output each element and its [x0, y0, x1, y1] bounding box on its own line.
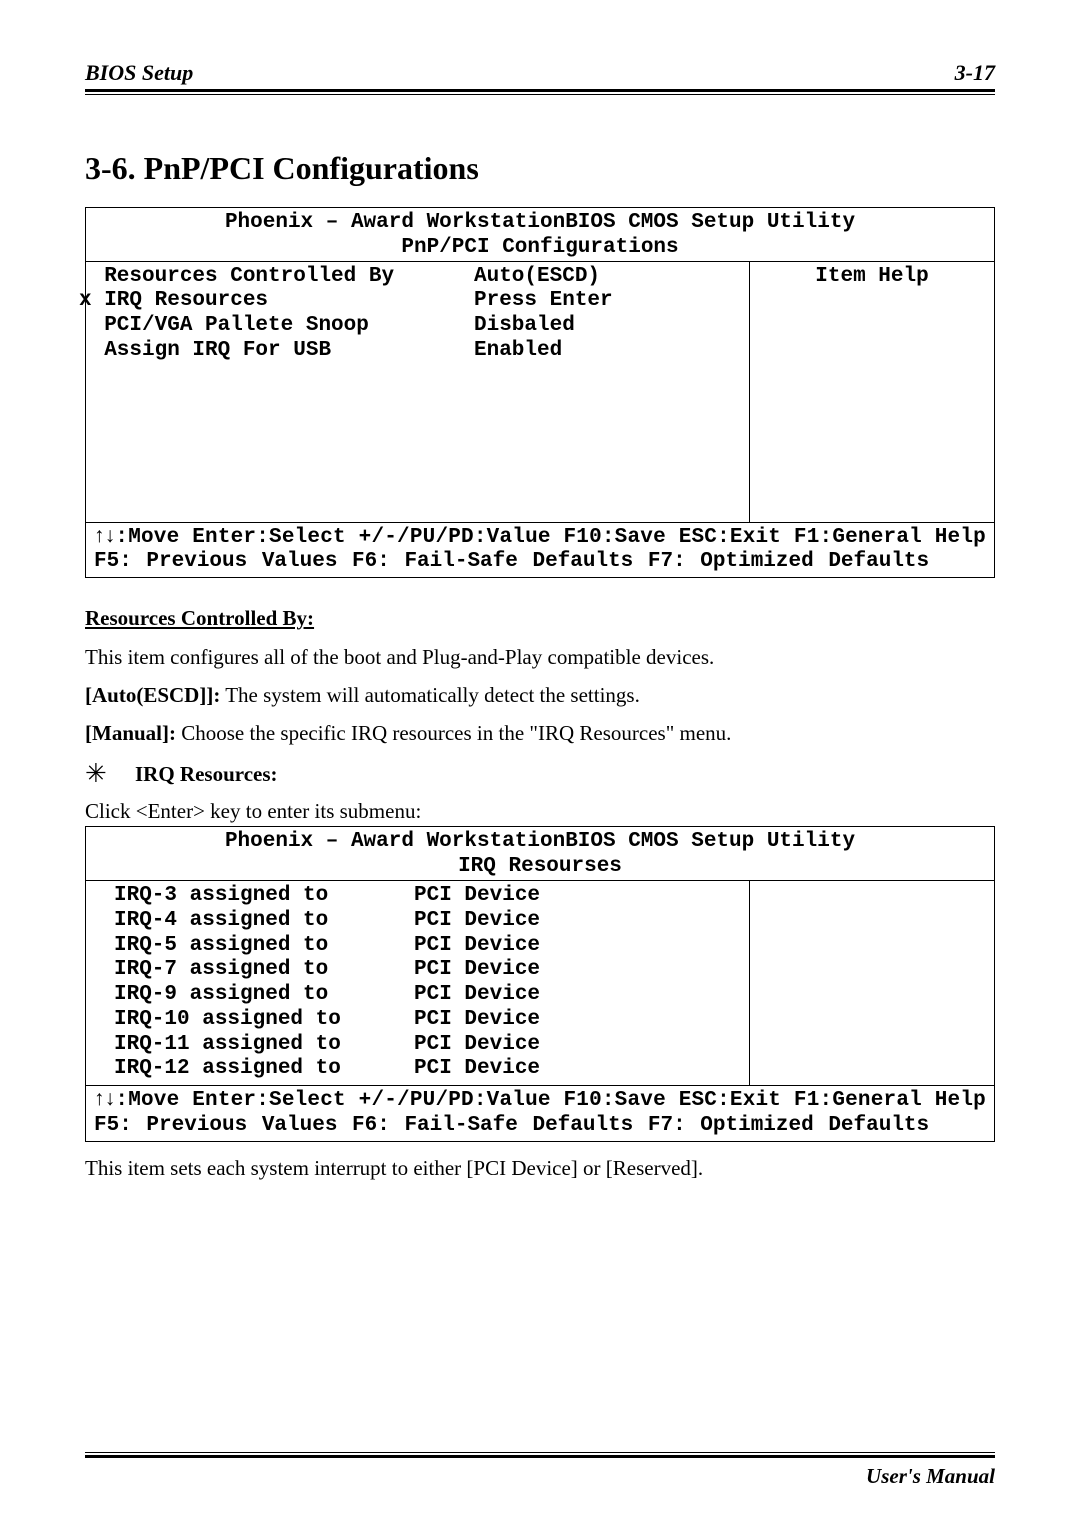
bios-footer-nav: ↑↓:Move Enter:Select +/-/PU/PD:Value F10… — [86, 522, 994, 551]
bios-main-panel: Resources Controlled ByAuto(ESCD)x IRQ R… — [86, 262, 749, 522]
irq-label: IRQ-11 assigned to — [94, 1033, 414, 1058]
irq-label: IRQ-5 assigned to — [94, 934, 414, 959]
desc-heading-resources: Resources Controlled By: — [85, 606, 995, 631]
footer-nav-text: :Move Enter:Select +/-/PU/PD:Value F10:S… — [115, 526, 986, 549]
setting-label: Resources Controlled By — [79, 265, 474, 290]
irq-label: IRQ-10 assigned to — [94, 1008, 414, 1033]
irq-row: IRQ-3 assigned toPCI Device — [94, 884, 749, 909]
description-block: Resources Controlled By: This item confi… — [85, 606, 995, 824]
irq-row: IRQ-10 assigned toPCI Device — [94, 1008, 749, 1033]
bios-setting-row: Assign IRQ For USBEnabled — [79, 339, 749, 364]
irq-value: PCI Device — [414, 1008, 749, 1033]
footer-rule — [85, 1452, 995, 1458]
final-description: This item sets each system interrupt to … — [85, 1156, 995, 1181]
up-arrow-icon: ↑ — [94, 524, 105, 547]
setting-value: Disbaled — [474, 314, 749, 339]
irq-value: PCI Device — [414, 1057, 749, 1082]
bios2-footer-fkeys: F5: Previous Values F6: Fail-Safe Defaul… — [86, 1114, 994, 1141]
bios-box-irq: Phoenix – Award WorkstationBIOS CMOS Set… — [85, 826, 995, 1141]
irq-value: PCI Device — [414, 884, 749, 909]
bios2-body: IRQ-3 assigned toPCI DeviceIRQ-4 assigne… — [86, 880, 994, 1085]
bios-body: Resources Controlled ByAuto(ESCD)x IRQ R… — [86, 261, 994, 522]
submenu-hint: Click <Enter> key to enter its submenu: — [85, 799, 995, 824]
bios-title: Phoenix – Award WorkstationBIOS CMOS Set… — [86, 208, 994, 236]
opt-manual-text: Choose the specific IRQ resources in the… — [176, 721, 731, 745]
irq-value: PCI Device — [414, 958, 749, 983]
bios-box-pnp: Phoenix – Award WorkstationBIOS CMOS Set… — [85, 207, 995, 578]
bios-setting-row: PCI/VGA Pallete SnoopDisbaled — [79, 314, 749, 339]
irq-label: IRQ-4 assigned to — [94, 909, 414, 934]
setting-label: x IRQ Resources — [79, 289, 474, 314]
irq-row: IRQ-12 assigned toPCI Device — [94, 1057, 749, 1082]
irq-row: IRQ-11 assigned toPCI Device — [94, 1033, 749, 1058]
irq-label: IRQ-12 assigned to — [94, 1057, 414, 1082]
irq-value: PCI Device — [414, 983, 749, 1008]
setting-value: Press Enter — [474, 289, 749, 314]
desc-text-intro: This item configures all of the boot and… — [85, 645, 995, 669]
page-header: BIOS Setup 3-17 — [85, 60, 995, 86]
header-rule — [85, 89, 995, 95]
irq-row: IRQ-9 assigned toPCI Device — [94, 983, 749, 1008]
bios2-title: Phoenix – Award WorkstationBIOS CMOS Set… — [86, 827, 994, 855]
irq-label: IRQ-3 assigned to — [94, 884, 414, 909]
bios2-side-panel — [749, 881, 994, 1085]
bios-setting-row: x IRQ ResourcesPress Enter — [79, 289, 749, 314]
item-help-title: Item Help — [815, 265, 928, 288]
irq-row: IRQ-4 assigned toPCI Device — [94, 909, 749, 934]
down-arrow-icon: ↓ — [105, 524, 116, 547]
section-title: 3-6. PnP/PCI Configurations — [85, 150, 995, 187]
bios2-subtitle: IRQ Resourses — [86, 855, 994, 880]
opt-auto-text: The system will automatically detect the… — [220, 683, 640, 707]
opt-auto-label: [Auto(ESCD]]: — [85, 683, 220, 707]
irq-label: IRQ-9 assigned to — [94, 983, 414, 1008]
setting-label: Assign IRQ For USB — [79, 339, 474, 364]
desc-option-auto: [Auto(ESCD]]: The system will automatica… — [85, 683, 995, 707]
down-arrow-icon: ↓ — [105, 1087, 116, 1110]
desc-option-manual: [Manual]: Choose the specific IRQ resour… — [85, 721, 995, 745]
setting-label: PCI/VGA Pallete Snoop — [79, 314, 474, 339]
page-footer: User's Manual — [85, 1452, 995, 1489]
irq-value: PCI Device — [414, 909, 749, 934]
irq-label: IRQ-7 assigned to — [94, 958, 414, 983]
setting-value: Enabled — [474, 339, 749, 364]
irq-resources-label: IRQ Resources: — [135, 762, 278, 787]
header-left: BIOS Setup — [85, 60, 193, 86]
bios-setting-row: Resources Controlled ByAuto(ESCD) — [79, 265, 749, 290]
header-right: 3-17 — [955, 60, 995, 86]
irq-value: PCI Device — [414, 934, 749, 959]
irq-row: IRQ-7 assigned toPCI Device — [94, 958, 749, 983]
opt-manual-label: [Manual]: — [85, 721, 176, 745]
bios-footer-fkeys: F5: Previous Values F6: Fail-Safe Defaul… — [86, 550, 994, 577]
bios-side-panel: Item Help — [749, 262, 994, 522]
irq-resources-row: ✳ IRQ Resources: — [85, 759, 995, 789]
bios-subtitle: PnP/PCI Configurations — [86, 236, 994, 261]
bios2-footer-nav: ↑↓:Move Enter:Select +/-/PU/PD:Value F10… — [86, 1085, 994, 1114]
footer2-nav-text: :Move Enter:Select +/-/PU/PD:Value F10:S… — [115, 1089, 986, 1112]
bios2-main-panel: IRQ-3 assigned toPCI DeviceIRQ-4 assigne… — [86, 881, 749, 1085]
up-arrow-icon: ↑ — [94, 1087, 105, 1110]
irq-value: PCI Device — [414, 1033, 749, 1058]
star-icon: ✳ — [85, 759, 135, 789]
setting-value: Auto(ESCD) — [474, 265, 749, 290]
footer-text: User's Manual — [85, 1464, 995, 1489]
irq-row: IRQ-5 assigned toPCI Device — [94, 934, 749, 959]
